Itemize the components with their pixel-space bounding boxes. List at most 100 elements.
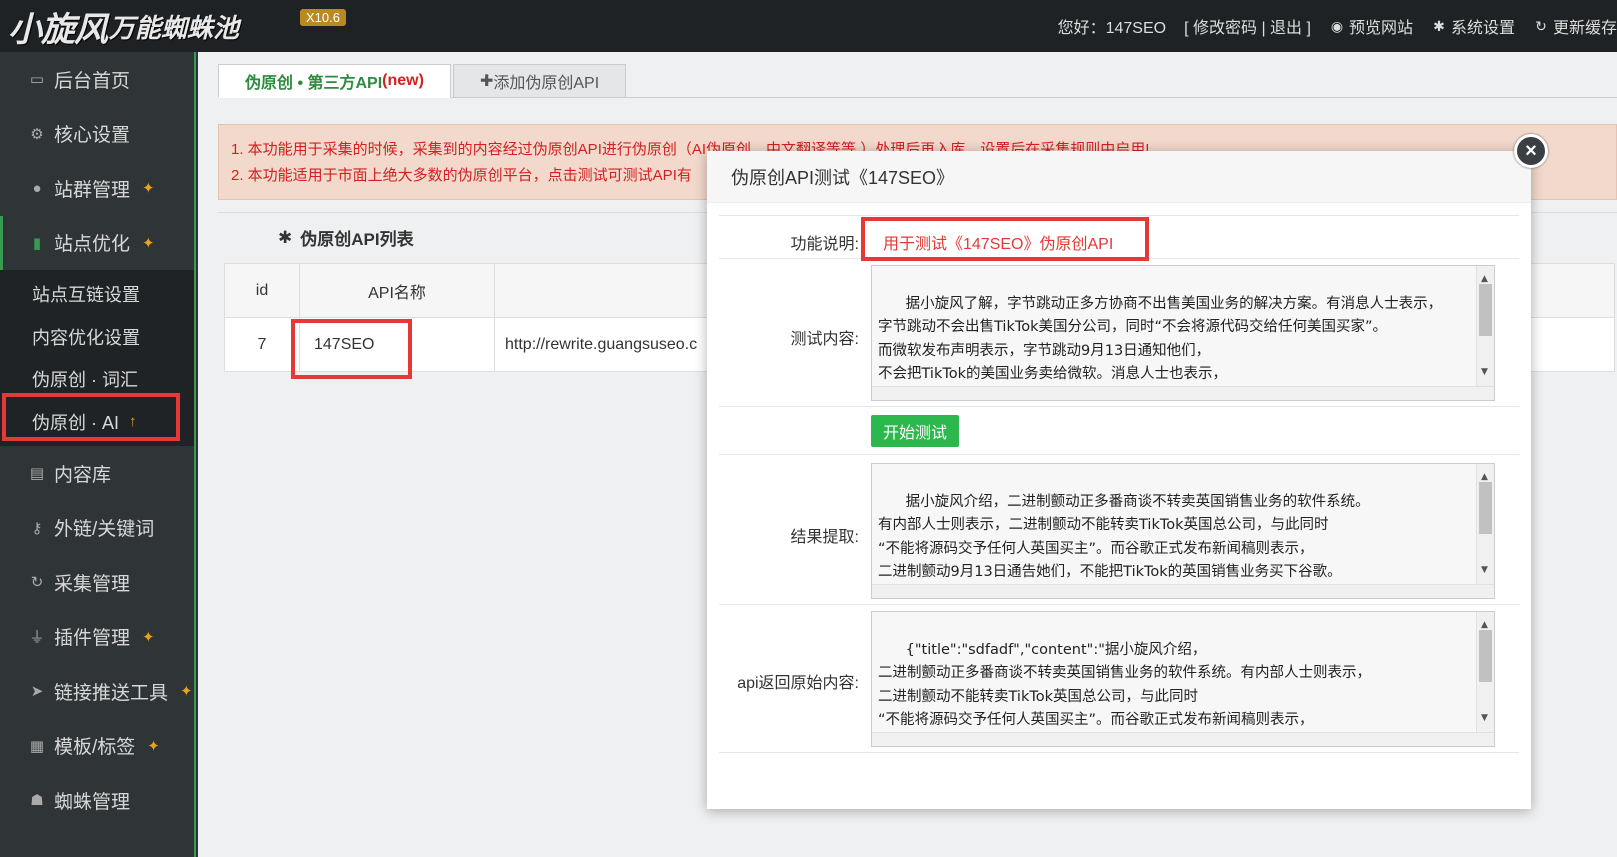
pin-icon: ✦	[142, 628, 155, 646]
scroll-down-icon: ▼	[1481, 564, 1488, 575]
column-header-id: id	[224, 263, 300, 318]
sidebar-item-label: 外链/关键词	[54, 519, 155, 541]
sidebar-item-core-settings[interactable]: ⚙ 核心设置	[0, 107, 194, 162]
preview-site-link[interactable]: ◉ 预览网站	[1329, 14, 1413, 38]
sidebar-item-link-push[interactable]: ➤ 链接推送工具 ✦	[0, 664, 194, 719]
sidebar-item-label: 蜘蛛管理	[54, 791, 131, 813]
scroll-thumb[interactable]	[1479, 284, 1492, 336]
horizontal-scrollbar[interactable]	[872, 386, 1494, 400]
api-list-title-text: 伪原创API列表	[300, 230, 414, 249]
horizontal-scrollbar[interactable]	[872, 584, 1494, 598]
vertical-scrollbar[interactable]: ▲ ▼	[1476, 266, 1494, 386]
highlight-box-sidebar	[2, 393, 180, 441]
version-badge: X10.6	[300, 9, 346, 26]
pin-icon: ✦	[142, 234, 155, 252]
system-settings-label: 系统设置	[1450, 20, 1515, 37]
sidebar-item-plugins[interactable]: ⏚ 插件管理 ✦	[0, 610, 194, 665]
logo-sub-text: 万能蜘蛛池	[109, 13, 240, 44]
gear-icon: ⚙	[30, 125, 44, 143]
account-links[interactable]: [ 修改密码 | 退出 ]	[1184, 14, 1311, 38]
plug-icon: ⏚	[29, 629, 45, 647]
logo: 小旋风 万能蜘蛛池	[8, 6, 240, 50]
vertical-scrollbar[interactable]: ▲ ▼	[1476, 612, 1494, 732]
sidebar-item-label: 核心设置	[54, 125, 131, 147]
result-label: 结果提取:	[790, 529, 859, 546]
preview-site-label: 预览网站	[1348, 20, 1413, 37]
row-raw-response: api返回原始内容: {"title":"sdfadf","content":"…	[719, 605, 1519, 753]
sidebar-item-label: 后台首页	[54, 70, 131, 92]
start-test-button[interactable]: 开始测试	[871, 415, 959, 447]
refresh-icon: ↻	[30, 574, 44, 592]
refresh-icon: ↻	[1535, 17, 1547, 34]
tab-add-api[interactable]: ✚ 添加伪原创API	[452, 64, 627, 98]
sidebar-item-label: 模板/标签	[54, 737, 136, 759]
sidebar-item-label: 链接推送工具	[54, 682, 169, 704]
gear-icon: ✱	[278, 227, 293, 247]
pin-icon: ✦	[142, 180, 155, 198]
scroll-down-icon: ▼	[1481, 366, 1488, 377]
row-id: 7	[224, 317, 300, 372]
system-settings-link[interactable]: ✱ 系统设置	[1431, 14, 1515, 38]
refresh-cache-label: 更新缓存	[1552, 20, 1617, 37]
document-icon: ▤	[29, 465, 45, 483]
eye-icon: ◉	[1330, 17, 1344, 34]
close-modal-button[interactable]: ×	[1514, 134, 1548, 168]
vertical-scrollbar[interactable]: ▲ ▼	[1476, 464, 1494, 584]
header-right: 您好：147SEO [ 修改密码 | 退出 ] ◉ 预览网站 ✱ 系统设置 ↻ 更新缓…	[1058, 0, 1617, 52]
row-result: 结果提取: 据小旋风介绍，二进制颤动正多番商谈不转卖英国销售业务的软件系统。 有…	[719, 455, 1519, 605]
sidebar-item-content-library[interactable]: ▤ 内容库	[0, 446, 194, 501]
sidebar-item-label: 站群管理	[54, 179, 131, 201]
sidebar-item-home[interactable]: ▭ 后台首页	[0, 52, 194, 107]
test-content-textarea[interactable]: 据小旋风了解，字节跳动正多方协商不出售美国业务的解决方案。有消息人士表示， 字节…	[871, 265, 1495, 401]
logo-main-text: 小旋风	[8, 9, 108, 50]
sidebar-item-spiders[interactable]: ☗ 蜘蛛管理	[0, 773, 194, 828]
sidebar: ▭ 后台首页 ⚙ 核心设置 ● 站群管理 ✦ ▮ 站点优化 ✦ 站点互链设置 内容优化设置 …	[0, 52, 196, 857]
sidebar-item-site-optimization[interactable]: ▮ 站点优化 ✦	[0, 215, 194, 270]
top-header: 小旋风 万能蜘蛛池 X10.6 您好：147SEO [ 修改密码 | 退出 ] …	[0, 0, 1617, 52]
greeting: 您好：147SEO	[1057, 20, 1167, 37]
tab-bar: 伪原创 • 第三方API (new) ✚ 添加伪原创API	[218, 64, 1617, 98]
raw-response-label: api返回原始内容:	[737, 675, 859, 692]
tab-third-party-api[interactable]: 伪原创 • 第三方API (new)	[218, 64, 451, 98]
monitor-icon: ▭	[29, 71, 45, 89]
highlight-box-api-name	[291, 319, 412, 379]
horizontal-scrollbar[interactable]	[872, 732, 1494, 746]
sidebar-item-label: 内容库	[54, 464, 112, 486]
highlight-box-function-desc	[861, 217, 1149, 261]
sidebar-item-label: 插件管理	[54, 628, 131, 650]
result-textarea[interactable]: 据小旋风介绍，二进制颤动正多番商谈不转卖英国销售业务的软件系统。 有内部人士则表…	[871, 463, 1495, 599]
scroll-down-icon: ▼	[1481, 712, 1488, 723]
sidebar-item-templates[interactable]: ▦ 模板/标签 ✦	[0, 719, 194, 774]
row-test-content: 测试内容: 据小旋风了解，字节跳动正多方协商不出售美国业务的解决方案。有消息人士…	[719, 259, 1519, 407]
refresh-cache-link[interactable]: ↻ 更新缓存	[1533, 14, 1617, 38]
api-list-title: ✱ 伪原创API列表	[278, 225, 414, 250]
tab-label: 伪原创 • 第三方API	[245, 75, 383, 92]
test-content-label: 测试内容:	[790, 331, 859, 348]
tab-label: 添加伪原创API	[493, 75, 600, 92]
scroll-thumb[interactable]	[1479, 630, 1492, 682]
scroll-thumb[interactable]	[1479, 482, 1492, 534]
column-header-name: API名称	[299, 263, 495, 318]
android-icon: ☗	[30, 792, 44, 810]
sidebar-subitem-content-optimization[interactable]: 内容优化设置	[0, 316, 194, 359]
sidebar-subitem-site-links[interactable]: 站点互链设置	[0, 273, 194, 316]
row-start-button	[719, 407, 1519, 455]
gear-icon: ✱	[1433, 17, 1445, 34]
sidebar-item-collection[interactable]: ↻ 采集管理	[0, 555, 194, 610]
modal-title: 伪原创API测试《147SEO》	[707, 151, 1531, 203]
sidebar-item-label: 采集管理	[54, 573, 131, 595]
sidebar-item-label: 站点优化	[54, 234, 131, 256]
send-icon: ➤	[30, 683, 44, 701]
pin-icon: ✦	[147, 737, 160, 755]
sidebar-item-links-keywords[interactable]: ⚷ 外链/关键词	[0, 501, 194, 556]
raw-response-textarea[interactable]: {"title":"sdfadf","content":"据小旋风介绍， 二进制…	[871, 611, 1495, 747]
user-icon: ●	[32, 179, 42, 197]
sidebar-item-site-group[interactable]: ● 站群管理 ✦	[0, 161, 194, 216]
function-desc-label: 功能说明:	[790, 236, 859, 253]
pin-icon: ✦	[180, 683, 193, 701]
tab-new-badge: (new)	[382, 72, 424, 89]
bar-chart-icon: ▮	[32, 234, 42, 252]
plus-icon: ✚	[479, 73, 494, 90]
windows-icon: ▦	[29, 737, 45, 755]
key-icon: ⚷	[31, 519, 43, 537]
